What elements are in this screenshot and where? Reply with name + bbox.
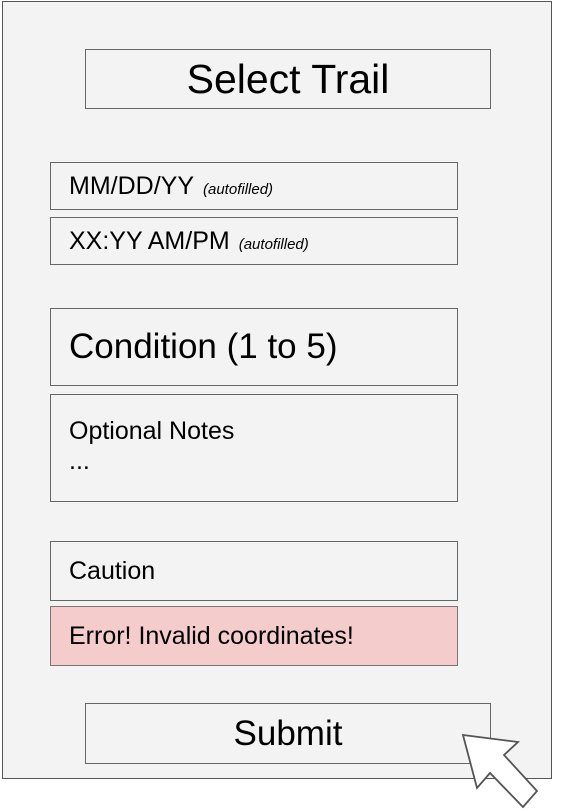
date-value: MM/DD/YY (69, 171, 194, 200)
select-trail-label: Select Trail (186, 55, 390, 102)
date-autofilled-note: (autofilled) (203, 180, 274, 198)
optional-notes-field[interactable]: Optional Notes ... (50, 394, 458, 502)
error-message: Error! Invalid coordinates! (69, 621, 354, 650)
select-trail-button[interactable]: Select Trail (85, 49, 491, 109)
caution-field[interactable]: Caution (50, 541, 458, 601)
submit-button[interactable]: Submit (85, 703, 491, 764)
time-value: XX:YY AM/PM (69, 226, 230, 255)
optional-notes-label: Optional Notes (69, 417, 235, 445)
trail-report-form: Select Trail MM/DD/YY (autofilled) XX:YY… (2, 1, 552, 779)
caution-label: Caution (69, 556, 156, 585)
error-banner: Error! Invalid coordinates! (50, 606, 458, 666)
submit-label: Submit (233, 713, 343, 753)
mouse-pointer-icon (461, 733, 539, 809)
time-field[interactable]: XX:YY AM/PM (autofilled) (50, 217, 458, 265)
optional-notes-ellipsis: ... (69, 447, 90, 475)
condition-field[interactable]: Condition (1 to 5) (50, 308, 458, 386)
date-field[interactable]: MM/DD/YY (autofilled) (50, 162, 458, 210)
condition-label: Condition (1 to 5) (69, 327, 338, 366)
time-autofilled-note: (autofilled) (238, 235, 309, 253)
